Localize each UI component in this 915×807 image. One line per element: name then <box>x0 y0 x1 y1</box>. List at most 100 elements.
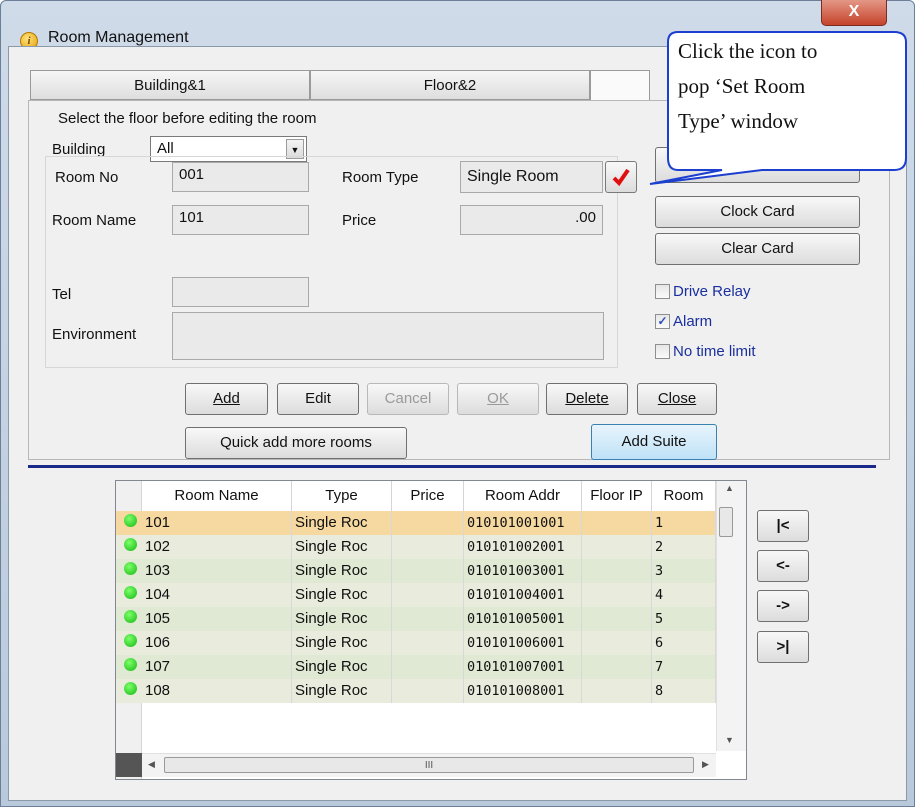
cell-room: 5 <box>652 607 716 631</box>
last-record-button[interactable]: >| <box>757 631 809 663</box>
cell-name: 107 <box>142 655 292 679</box>
horizontal-scrollbar[interactable]: ◀ III ▶ <box>142 753 716 777</box>
status-dot-icon <box>124 634 137 647</box>
table-row[interactable]: 105 Single Roc 010101005001 5 <box>116 607 716 631</box>
environment-field[interactable] <box>172 312 604 360</box>
cell-addr: 010101001001 <box>464 511 582 535</box>
drive-relay-box[interactable] <box>655 284 670 299</box>
status-dot-icon <box>124 586 137 599</box>
quick-add-button[interactable]: Quick add more rooms <box>185 427 407 459</box>
table-row[interactable]: 107 Single Roc 010101007001 7 <box>116 655 716 679</box>
section-divider <box>28 465 876 468</box>
cell-price <box>392 511 464 535</box>
ok-button-label: OK <box>487 390 509 407</box>
col-header-room-addr[interactable]: Room Addr <box>464 481 582 511</box>
cell-price <box>392 583 464 607</box>
callout-line-1: Click the icon to <box>678 39 818 63</box>
cell-type: Single Roc <box>292 583 392 607</box>
add-suite-button[interactable]: Add Suite <box>591 424 717 460</box>
cell-price <box>392 607 464 631</box>
scroll-down-icon[interactable]: ▼ <box>725 735 734 745</box>
scroll-left-icon[interactable]: ◀ <box>148 759 155 770</box>
table-row[interactable]: 106 Single Roc 010101006001 6 <box>116 631 716 655</box>
room-name-field[interactable]: 101 <box>172 205 309 235</box>
room-type-label: Room Type <box>342 169 419 186</box>
cell-addr: 010101004001 <box>464 583 582 607</box>
next-record-button[interactable]: -> <box>757 590 809 622</box>
room-no-label: Room No <box>55 169 119 186</box>
rooms-grid[interactable]: Room Name Type Price Room Addr Floor IP … <box>115 480 747 780</box>
no-time-limit-box[interactable] <box>655 344 670 359</box>
cell-price <box>392 559 464 583</box>
annotation-callout: Click the icon to pop ‘Set Room Type’ wi… <box>649 30 912 185</box>
callout-line-2: pop ‘Set Room <box>678 74 806 98</box>
tel-field[interactable] <box>172 277 309 307</box>
clock-card-button[interactable]: Clock Card <box>655 196 860 228</box>
table-row[interactable]: 108 Single Roc 010101008001 8 <box>116 679 716 703</box>
price-field[interactable]: .00 <box>460 205 603 235</box>
table-row[interactable]: 104 Single Roc 010101004001 4 <box>116 583 716 607</box>
col-header-price[interactable]: Price <box>392 481 464 511</box>
tab-building[interactable]: Building&1 <box>30 70 310 100</box>
status-dot-icon <box>124 658 137 671</box>
room-no-field[interactable]: 001 <box>172 162 309 192</box>
cell-type: Single Roc <box>292 559 392 583</box>
cell-floor-ip <box>582 679 652 703</box>
edit-button[interactable]: Edit <box>277 383 359 415</box>
col-header-floor-ip[interactable]: Floor IP <box>582 481 652 511</box>
checkmark-icon[interactable]: ✓ <box>655 314 670 329</box>
cell-floor-ip <box>582 559 652 583</box>
close-button[interactable]: Close <box>637 383 717 415</box>
table-row[interactable]: 102 Single Roc 010101002001 2 <box>116 535 716 559</box>
scroll-right-icon[interactable]: ▶ <box>702 759 709 770</box>
col-header-room-name[interactable]: Room Name <box>142 481 292 511</box>
close-button-label: Close <box>657 390 697 407</box>
first-record-button[interactable]: |< <box>757 510 809 542</box>
cell-room: 8 <box>652 679 716 703</box>
table-row[interactable]: 101 Single Roc 010101001001 1 <box>116 511 716 535</box>
vertical-scroll-thumb[interactable] <box>719 507 733 537</box>
close-window-button[interactable]: X <box>821 0 887 26</box>
callout-line-3: Type’ window <box>678 109 799 133</box>
delete-button[interactable]: Delete <box>546 383 628 415</box>
cell-room: 3 <box>652 559 716 583</box>
horizontal-scroll-thumb[interactable]: III <box>164 757 694 773</box>
cell-floor-ip <box>582 631 652 655</box>
col-header-type[interactable]: Type <box>292 481 392 511</box>
cell-room: 6 <box>652 631 716 655</box>
scroll-up-icon[interactable]: ▲ <box>725 483 734 493</box>
cancel-button[interactable]: Cancel <box>367 383 449 415</box>
table-row[interactable]: 103 Single Roc 010101003001 3 <box>116 559 716 583</box>
cell-addr: 010101005001 <box>464 607 582 631</box>
add-button[interactable]: Add <box>185 383 268 415</box>
cell-price <box>392 631 464 655</box>
cell-name: 101 <box>142 511 292 535</box>
vertical-scrollbar[interactable]: ▲ ▼ <box>716 481 746 751</box>
cell-floor-ip <box>582 535 652 559</box>
grid-corner <box>116 753 142 777</box>
no-time-limit-label: No time limit <box>673 343 756 360</box>
status-dot-icon <box>124 562 137 575</box>
cell-addr: 010101008001 <box>464 679 582 703</box>
ok-button[interactable]: OK <box>457 383 539 415</box>
tel-label: Tel <box>52 286 72 303</box>
cell-floor-ip <box>582 583 652 607</box>
cell-addr: 010101006001 <box>464 631 582 655</box>
cell-type: Single Roc <box>292 535 392 559</box>
cell-name: 102 <box>142 535 292 559</box>
status-dot-icon <box>124 610 137 623</box>
drive-relay-label: Drive Relay <box>673 283 751 300</box>
add-button-label: Add <box>213 390 240 407</box>
cell-type: Single Roc <box>292 679 392 703</box>
col-header-room[interactable]: Room <box>652 481 716 511</box>
cell-room: 4 <box>652 583 716 607</box>
prev-record-button[interactable]: <- <box>757 550 809 582</box>
cell-floor-ip <box>582 607 652 631</box>
clear-card-button[interactable]: Clear Card <box>655 233 860 265</box>
cell-name: 105 <box>142 607 292 631</box>
window-title: Room Management <box>48 29 189 46</box>
status-dot-icon <box>124 514 137 527</box>
filter-instruction: Select the floor before editing the room <box>58 110 317 127</box>
cell-floor-ip <box>582 655 652 679</box>
tab-floor[interactable]: Floor&2 <box>310 70 590 100</box>
